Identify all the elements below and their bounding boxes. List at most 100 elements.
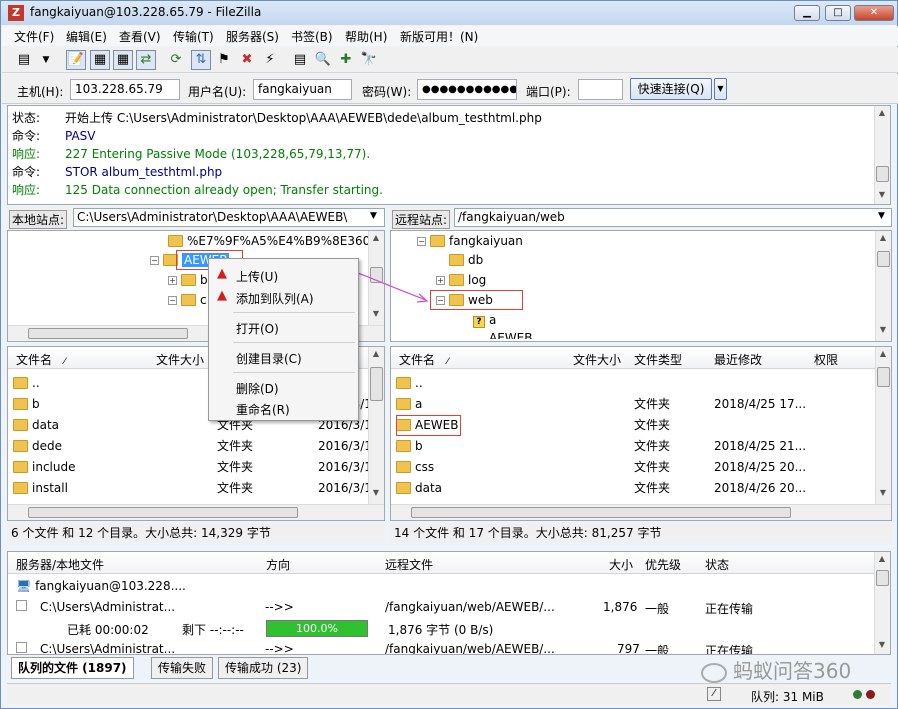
folder-icon [449,253,464,266]
menu-item-delete[interactable]: 删除(D) [236,380,279,397]
menu-file[interactable]: 文件(F) [14,28,54,45]
remote-tree-item[interactable]: − fangkaiyuan [417,232,523,250]
menu-new-version[interactable]: 新版可用！(N) [400,28,478,45]
search-files-icon[interactable]: 🔭 [359,50,379,70]
menu-bookmarks[interactable]: 书签(B) [291,28,333,45]
col-direction[interactable]: 方向 [266,556,290,573]
list-item[interactable]: include 文件夹 2016/3/1 [13,457,373,478]
reconnect-icon[interactable]: ⚡ [260,50,280,70]
local-list-vscrollbar[interactable]: ▲ ▼ [368,347,384,504]
site-manager-dropdown-icon[interactable]: ▼ [36,50,56,70]
local-tree-item[interactable]: − c [168,291,207,309]
menu-help[interactable]: 帮助(H) [345,28,387,45]
transfer-queue[interactable]: 服务器/本地文件 方向 远程文件 大小 优先级 状态 🖥 fangkaiyuan… [7,551,891,655]
toggle-queue-icon[interactable]: ⇄ [136,50,156,70]
toggle-log-icon[interactable]: 📝 [66,50,86,70]
remote-tree-item[interactable]: ? a [473,311,496,329]
status-bar: ⁄ 队列: 31 MiB [7,683,891,705]
col-filename[interactable]: 文件名 ⁄ [399,351,448,368]
remote-path-dropdown-icon[interactable]: ▼ [878,211,885,221]
remote-tree-item[interactable]: + log [436,271,486,289]
menu-item-upload[interactable]: 上传(U) [236,268,278,285]
remote-tree-scrollbar[interactable]: ▲ ▼ [875,231,891,341]
list-item[interactable]: b 文件夹 2018/4/25 21... [396,436,876,457]
disconnect-icon[interactable]: ✖ [237,50,257,70]
expand-icon[interactable]: + [168,276,177,285]
compare-icon[interactable]: 🔍 [313,50,333,70]
collapse-icon[interactable]: − [168,296,177,305]
col-status[interactable]: 状态 [705,556,729,573]
list-item[interactable]: AEWEB 文件夹 [396,415,876,436]
col-permissions[interactable]: 权限 [814,351,838,368]
remote-list-vscrollbar[interactable]: ▲ ▼ [875,347,891,504]
col-filename[interactable]: 文件名 ⁄ [16,351,65,368]
site-manager-icon[interactable]: ▤ [14,50,34,70]
list-item[interactable]: a 文件夹 2018/4/25 17... [396,394,876,415]
queue-remote-file: /fangkaiyuan/web/AEWEB/... [385,642,555,655]
tab-queued-files[interactable]: 队列的文件 (1897) [11,657,134,679]
log-scrollbar[interactable]: ▲ ▼ [874,106,890,204]
menu-item-add-queue[interactable]: 添加到队列(A) [236,290,314,307]
maximize-button[interactable]: □ [825,5,851,21]
col-size[interactable]: 大小 [609,556,633,573]
cancel-operation-icon[interactable]: ⚑ [214,50,234,70]
local-path-dropdown-icon[interactable]: ▼ [370,211,377,221]
filter-status-icon[interactable]: ⁄ [707,687,721,701]
local-tree-item[interactable]: + b [168,271,208,289]
menu-view[interactable]: 查看(V) [119,28,161,45]
minimize-button[interactable]: ▁ [794,5,820,21]
list-item[interactable]: data 文件夹 2018/4/26 20... [396,478,876,499]
remote-file-list[interactable]: 文件名 ⁄ 文件大小 文件类型 最近修改 权限 .. a 文件夹 2018/4/25… [390,346,892,521]
col-priority[interactable]: 优先级 [645,556,681,573]
close-button[interactable]: ✕ [854,5,894,21]
col-filesize[interactable]: 文件大小 [573,351,621,368]
queue-scrollbar[interactable]: ▲ ▼ [874,552,890,654]
username-input[interactable]: fangkaiyuan [253,79,352,100]
menu-edit[interactable]: 编辑(E) [66,28,107,45]
list-item[interactable]: .. [13,373,40,394]
menu-item-mkdir[interactable]: 创建目录(C) [236,350,302,367]
quickconnect-history-dropdown[interactable]: ▼ [714,78,727,100]
menu-item-rename[interactable]: 重命名(R) [236,401,290,418]
local-tree-item[interactable]: %E7%9F%A5%E4%B9%8E360% [168,232,382,250]
col-remote-file[interactable]: 远程文件 [385,556,433,573]
folder-icon [396,439,411,452]
filter-icon[interactable]: ▤ [290,50,310,70]
tab-failed-transfers[interactable]: 传输失败 [151,657,214,679]
col-server-local[interactable]: 服务器/本地文件 [16,556,104,573]
remote-path-input[interactable]: /fangkaiyuan/web [454,208,892,227]
quickconnect-button[interactable]: 快速连接(Q) [630,78,712,100]
list-item[interactable]: .. [396,373,423,394]
collapse-icon[interactable]: − [150,256,159,265]
tab-successful-transfers[interactable]: 传输成功 (23) [218,657,309,679]
menu-server[interactable]: 服务器(S) [226,28,279,45]
queue-checkbox-icon[interactable] [16,600,27,614]
message-log[interactable]: 状态: 开始上传 C:\Users\Administrator\Desktop\A… [7,105,891,205]
menu-item-open[interactable]: 打开(O) [236,320,279,337]
process-queue-icon[interactable]: ⇅ [191,50,211,70]
sync-browse-icon[interactable]: ✚ [336,50,356,70]
list-item[interactable]: dede 文件夹 2016/3/1 [13,436,373,457]
remote-status: 14 个文件 和 17 个目录。大小总共: 81,257 字节 [390,523,892,543]
collapse-icon[interactable]: − [417,237,426,246]
col-filetype[interactable]: 文件类型 [634,351,682,368]
list-item[interactable]: css 文件夹 2018/4/25 20... [396,457,876,478]
remote-tree-item[interactable]: AEWEB [473,329,532,339]
col-modified[interactable]: 最近修改 [714,351,762,368]
host-input[interactable]: 103.228.65.79 [70,79,180,100]
col-filesize[interactable]: 文件大小 [156,351,204,368]
port-input[interactable] [578,79,623,100]
local-list-hscrollbar[interactable] [8,504,384,520]
remote-tree-item[interactable]: db [449,251,483,269]
toggle-remote-tree-icon[interactable]: ▦ [113,50,133,70]
refresh-icon[interactable]: ⟳ [166,50,186,70]
menu-transfer[interactable]: 传输(T) [173,28,214,45]
remote-list-hscrollbar[interactable] [391,504,891,520]
queue-server-row[interactable]: 🖥 fangkaiyuan@103.228.... [16,579,186,593]
local-path-input[interactable]: C:\Users\Administrator\Desktop\AAA\AEWEB… [73,208,385,227]
toggle-local-tree-icon[interactable]: ▦ [90,50,110,70]
password-input[interactable]: ●●●●●●●●●●●●● [417,79,517,100]
list-item[interactable]: install 文件夹 2016/3/1 [13,478,373,499]
queue-checkbox-icon[interactable] [16,642,27,654]
remote-tree[interactable]: − fangkaiyuan db + log − web ? a AEWEB ▲ ▼ [390,230,892,342]
